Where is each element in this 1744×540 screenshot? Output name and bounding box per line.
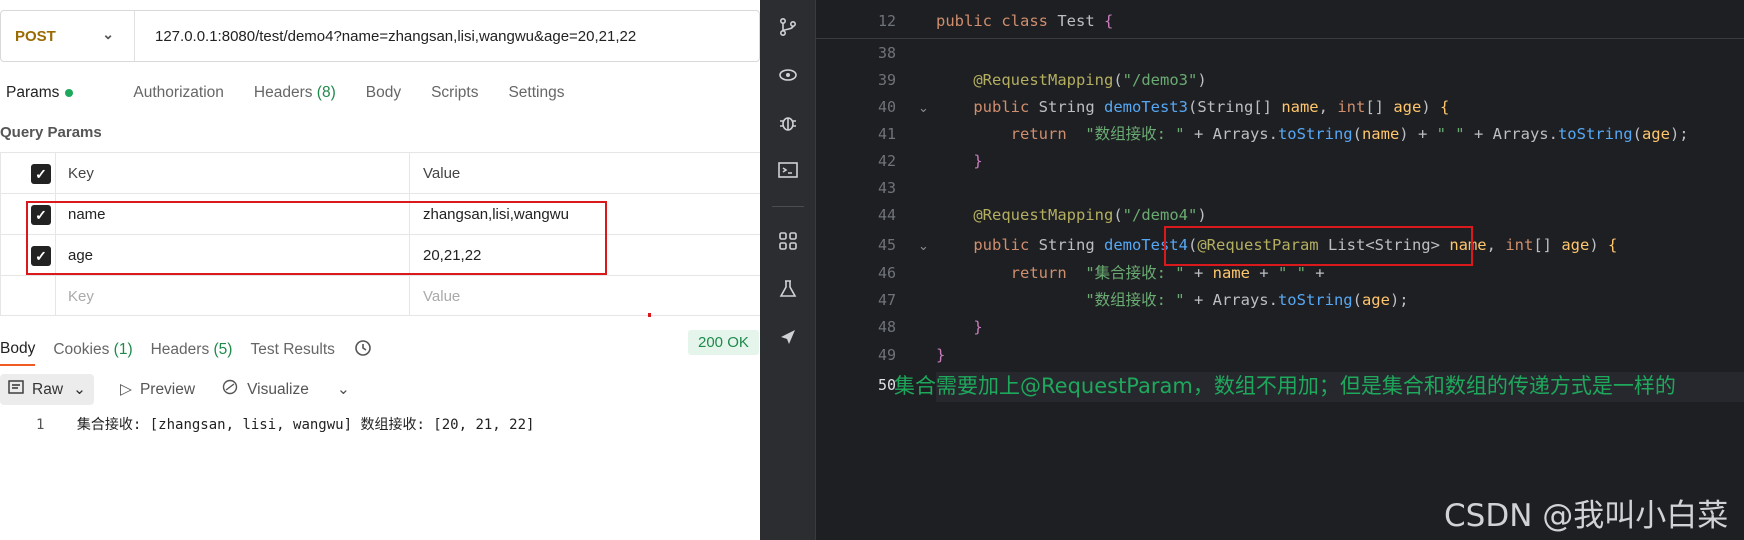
cookies-count: (1) bbox=[113, 341, 133, 358]
flask-icon[interactable] bbox=[774, 278, 802, 306]
new-key-input[interactable]: Key bbox=[56, 276, 410, 315]
tab-settings[interactable]: Settings bbox=[508, 84, 564, 102]
visualize-button[interactable]: Visualize ⌄ bbox=[221, 378, 350, 401]
request-tabs: Params Authorization Headers (8) Body Sc… bbox=[6, 84, 594, 102]
tab-params-label: Params bbox=[6, 84, 60, 101]
preview-label: Preview bbox=[139, 380, 196, 398]
tab-headers[interactable]: Headers (8) bbox=[254, 84, 336, 102]
eye-icon[interactable] bbox=[774, 64, 802, 92]
code-line: public String demoTest3(String[] name, i… bbox=[973, 98, 1450, 116]
line-number: 40 bbox=[877, 98, 896, 116]
line-number: 41 bbox=[877, 125, 896, 143]
code-line: @RequestMapping("/demo3") bbox=[973, 71, 1207, 89]
grid-icon[interactable] bbox=[774, 230, 802, 258]
chevron-down-icon: ⌄ bbox=[73, 381, 87, 398]
visualize-label: Visualize bbox=[247, 380, 309, 398]
code-area[interactable]: public class Test { @RequestMapping("/de… bbox=[936, 0, 1744, 540]
resp-headers-count: (5) bbox=[213, 341, 233, 358]
tab-headers-label: Headers bbox=[253, 84, 313, 101]
raw-label: Raw bbox=[32, 380, 64, 398]
response-toolbar: Raw ⌄ ▷ Preview Visualize ⌄ bbox=[0, 374, 376, 405]
row-check-cell bbox=[0, 276, 56, 315]
response-tab-test-results[interactable]: Test Results bbox=[250, 341, 334, 359]
status-badge: 200 OK bbox=[688, 330, 759, 355]
code-line: } bbox=[973, 318, 983, 336]
bug-icon[interactable] bbox=[774, 112, 802, 140]
table-header-row: ✓ Key Value bbox=[0, 152, 760, 193]
raw-icon bbox=[8, 379, 24, 400]
line-number: 49 bbox=[877, 346, 896, 364]
line-number: 42 bbox=[877, 152, 896, 170]
response-tabs: Body Cookies (1) Headers (5) Test Result… bbox=[0, 334, 391, 366]
table-row-empty: Key Value bbox=[0, 275, 760, 316]
chevron-down-icon: ⌄ bbox=[102, 26, 114, 42]
red-mark bbox=[648, 313, 651, 317]
response-line-number: 1 bbox=[36, 417, 45, 433]
history-icon[interactable] bbox=[353, 338, 373, 363]
line-number-current: 50 bbox=[877, 376, 896, 394]
preview-button[interactable]: ▷ Preview bbox=[120, 380, 195, 399]
response-tab-body[interactable]: Body bbox=[0, 340, 36, 366]
line-number: 38 bbox=[877, 44, 896, 62]
chevron-down-icon[interactable]: ⌄ bbox=[337, 380, 350, 399]
response-body-text: 集合接收: [zhangsan, lisi, wangwu] 数组接收: [20… bbox=[76, 417, 535, 433]
url-input[interactable]: 127.0.0.1:8080/test/demo4?name=zhangsan,… bbox=[135, 28, 636, 45]
git-branch-icon[interactable] bbox=[774, 16, 802, 44]
code-line: } bbox=[936, 346, 946, 364]
checkbox-checked-icon[interactable]: ✓ bbox=[31, 164, 51, 184]
api-client-panel: POST ⌄ 127.0.0.1:8080/test/demo4?name=zh… bbox=[0, 0, 760, 540]
watermark: CSDN @我叫小白菜 bbox=[1444, 498, 1729, 534]
select-all-cell: ✓ bbox=[0, 153, 56, 193]
annotation-highlight-box bbox=[1164, 226, 1473, 266]
response-body-line: 1 集合接收: [zhangsan, lisi, wangwu] 数组接收: [… bbox=[36, 414, 534, 434]
line-number: 43 bbox=[877, 179, 896, 197]
line-number: 47 bbox=[877, 291, 896, 309]
line-gutter: 12 38 39 40 ⌄ 41 42 43 44 45 ⌄ 46 47 48 … bbox=[816, 0, 1744, 540]
method-label: POST bbox=[15, 27, 56, 45]
method-select[interactable]: POST ⌄ bbox=[1, 11, 135, 61]
line-number: 45 bbox=[877, 236, 896, 254]
fold-chevron-icon[interactable]: ⌄ bbox=[918, 232, 929, 259]
line-number: 12 bbox=[877, 12, 896, 30]
play-icon: ▷ bbox=[120, 381, 132, 398]
line-number: 48 bbox=[877, 318, 896, 336]
query-params-title: Query Params bbox=[0, 124, 102, 141]
line-number: 46 bbox=[877, 264, 896, 282]
params-highlight-box bbox=[26, 201, 607, 275]
tab-scripts[interactable]: Scripts bbox=[431, 84, 478, 102]
code-line: "数组接收: " + Arrays.toString(age); bbox=[1085, 291, 1409, 309]
new-value-input[interactable]: Value bbox=[411, 276, 760, 315]
code-editor: 12 38 39 40 ⌄ 41 42 43 44 45 ⌄ 46 47 48 … bbox=[760, 0, 1744, 540]
url-bar: POST ⌄ 127.0.0.1:8080/test/demo4?name=zh… bbox=[0, 10, 760, 62]
code-line: return "数组接收: " + Arrays.toString(name) … bbox=[1010, 125, 1689, 143]
cookies-label: Cookies bbox=[53, 341, 110, 358]
response-tab-cookies[interactable]: Cookies (1) bbox=[53, 341, 132, 359]
header-key: Key bbox=[56, 153, 410, 193]
sidebar-divider bbox=[772, 206, 804, 207]
response-tab-headers[interactable]: Headers (5) bbox=[151, 341, 233, 359]
annotation-note: 集合需要加上@RequestParam，数组不用加；但是集合和数组的传递方式是一… bbox=[894, 374, 1676, 398]
code-line: @RequestMapping("/demo4") bbox=[973, 206, 1207, 224]
resp-headers-label: Headers bbox=[150, 341, 210, 358]
raw-format-select[interactable]: Raw ⌄ bbox=[0, 374, 95, 405]
header-value: Value bbox=[423, 165, 461, 182]
line-number: 39 bbox=[877, 71, 896, 89]
terminal-icon[interactable] bbox=[774, 160, 802, 188]
code-line: public class Test { bbox=[936, 12, 1114, 30]
tab-params[interactable]: Params bbox=[6, 84, 103, 102]
visualize-icon bbox=[221, 378, 239, 401]
tab-headers-count: (8) bbox=[316, 84, 336, 101]
send-icon[interactable] bbox=[774, 326, 802, 354]
ide-sidebar bbox=[760, 0, 816, 540]
tab-body[interactable]: Body bbox=[366, 84, 401, 102]
tab-authorization[interactable]: Authorization bbox=[133, 84, 223, 102]
code-line: } bbox=[973, 152, 983, 170]
status-dot-icon bbox=[65, 88, 74, 97]
line-number: 44 bbox=[877, 206, 896, 224]
fold-chevron-icon[interactable]: ⌄ bbox=[918, 94, 929, 121]
